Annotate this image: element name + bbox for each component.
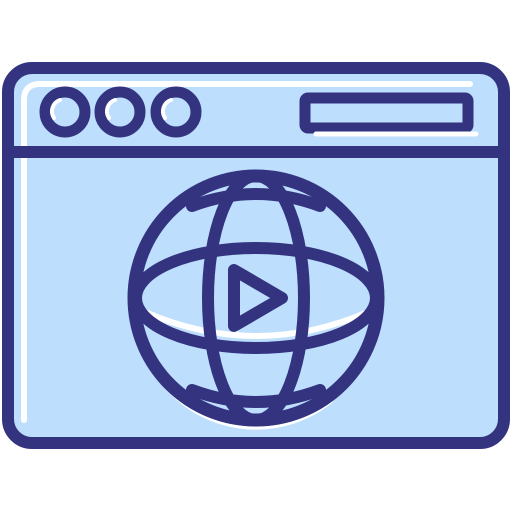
address-bar-icon <box>299 92 479 137</box>
address-bar-frame <box>299 92 474 134</box>
icon-canvas <box>0 0 512 512</box>
window-controls <box>39 86 202 138</box>
web-video-browser-icon <box>2 62 510 449</box>
